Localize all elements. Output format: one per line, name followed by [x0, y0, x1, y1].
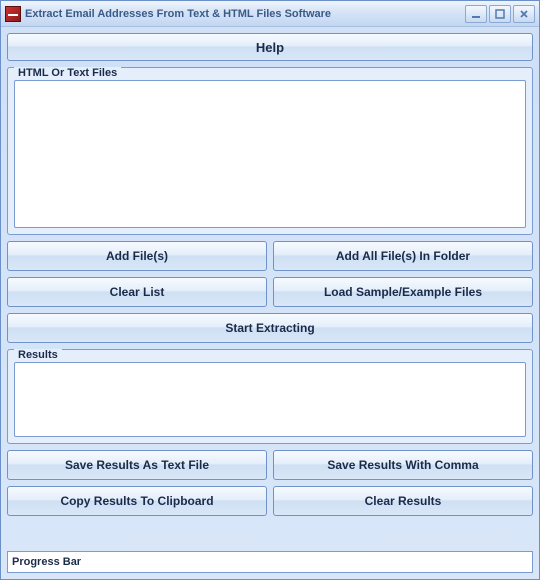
titlebar[interactable]: Extract Email Addresses From Text & HTML… [1, 1, 539, 27]
clear-results-button[interactable]: Clear Results [273, 486, 533, 516]
results-listbox[interactable] [14, 362, 526, 437]
progress-label: Progress Bar [12, 556, 81, 568]
maximize-icon [495, 9, 505, 19]
load-sample-button[interactable]: Load Sample/Example Files [273, 277, 533, 307]
save-comma-button[interactable]: Save Results With Comma [273, 450, 533, 480]
maximize-button[interactable] [489, 5, 511, 23]
start-extracting-button[interactable]: Start Extracting [7, 313, 533, 343]
app-icon [5, 6, 21, 22]
window-title: Extract Email Addresses From Text & HTML… [25, 8, 465, 20]
help-button[interactable]: Help [7, 33, 533, 61]
save-text-button[interactable]: Save Results As Text File [7, 450, 267, 480]
close-button[interactable] [513, 5, 535, 23]
close-icon [519, 9, 529, 19]
files-groupbox: HTML Or Text Files [7, 67, 533, 235]
files-group-label: HTML Or Text Files [14, 67, 121, 79]
minimize-button[interactable] [465, 5, 487, 23]
window-controls [465, 5, 535, 23]
results-buttons-row-2: Copy Results To Clipboard Clear Results [7, 486, 533, 516]
results-groupbox: Results [7, 349, 533, 444]
copy-clipboard-button[interactable]: Copy Results To Clipboard [7, 486, 267, 516]
client-area: Help HTML Or Text Files Add File(s) Add … [1, 27, 539, 579]
clear-list-button[interactable]: Clear List [7, 277, 267, 307]
files-listbox[interactable] [14, 80, 526, 228]
progress-bar: Progress Bar [7, 551, 533, 573]
file-buttons-row-1: Add File(s) Add All File(s) In Folder [7, 241, 533, 271]
add-files-button[interactable]: Add File(s) [7, 241, 267, 271]
start-row: Start Extracting [7, 313, 533, 343]
results-buttons-row-1: Save Results As Text File Save Results W… [7, 450, 533, 480]
add-folder-button[interactable]: Add All File(s) In Folder [273, 241, 533, 271]
minimize-icon [471, 9, 481, 19]
help-row: Help [7, 33, 533, 61]
file-buttons-row-2: Clear List Load Sample/Example Files [7, 277, 533, 307]
app-window: Extract Email Addresses From Text & HTML… [0, 0, 540, 580]
results-group-label: Results [14, 349, 62, 361]
